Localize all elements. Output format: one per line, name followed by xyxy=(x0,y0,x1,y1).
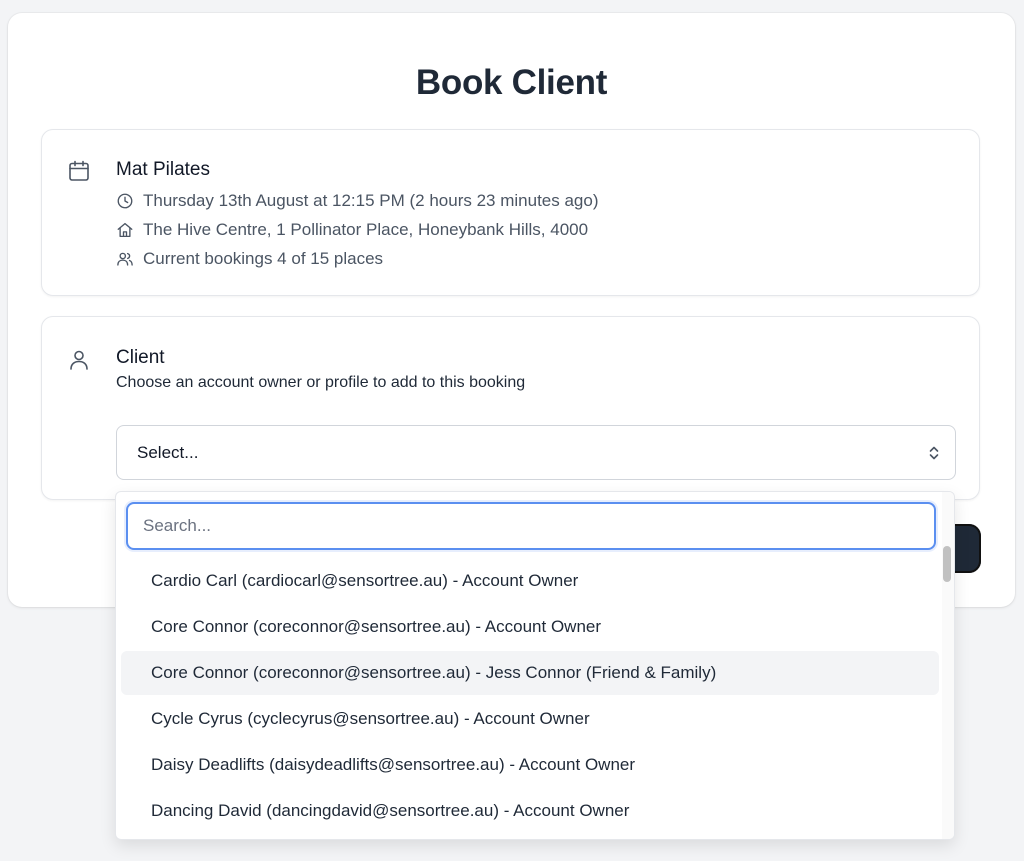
class-location: The Hive Centre, 1 Pollinator Place, Hon… xyxy=(143,220,589,239)
home-icon xyxy=(116,221,134,239)
client-option[interactable]: Daisy Deadlifts (daisydeadlifts@sensortr… xyxy=(121,743,939,787)
client-panel: Client Choose an account owner or profil… xyxy=(41,316,980,500)
client-option[interactable]: Cardio Carl (cardiocarl@sensortree.au) -… xyxy=(121,559,939,603)
class-details-panel: Mat Pilates Thursday 13th August at 12:1… xyxy=(41,129,980,296)
page-title: Book Client xyxy=(415,63,608,102)
client-option[interactable]: Dancing David (dancingdavid@sensortree.a… xyxy=(121,789,939,833)
client-option[interactable]: Core Connor (coreconnor@sensortree.au) -… xyxy=(121,605,939,649)
client-subtitle: Choose an account owner or profile to ad… xyxy=(116,374,526,391)
class-bookings: Current bookings 4 of 15 places xyxy=(143,249,384,268)
chevron-up-down-icon xyxy=(927,445,941,461)
page: Book Client Mat Pilates Thursday 13th Au… xyxy=(0,0,1024,861)
class-datetime-row: Thursday 13th August at 12:15 PM (2 hour… xyxy=(116,191,599,211)
client-select[interactable]: Select... xyxy=(116,425,956,480)
user-icon xyxy=(67,348,91,372)
calendar-icon xyxy=(67,159,91,183)
dropdown-scrollbar[interactable] xyxy=(942,492,954,839)
users-icon xyxy=(116,250,134,268)
class-name: Mat Pilates xyxy=(116,159,210,180)
client-option[interactable]: Cycle Cyrus (cyclecyrus@sensortree.au) -… xyxy=(121,697,939,741)
client-dropdown: Cardio Carl (cardiocarl@sensortree.au) -… xyxy=(115,491,955,840)
client-search-input[interactable] xyxy=(126,502,936,550)
client-title: Client xyxy=(116,347,165,368)
client-select-value: Select... xyxy=(137,442,199,462)
class-datetime: Thursday 13th August at 12:15 PM (2 hour… xyxy=(143,191,599,210)
client-option[interactable]: Core Connor (coreconnor@sensortree.au) -… xyxy=(121,651,939,695)
scrollbar-thumb[interactable] xyxy=(943,546,951,582)
client-options-list: Cardio Carl (cardiocarl@sensortree.au) -… xyxy=(121,559,939,835)
class-location-row: The Hive Centre, 1 Pollinator Place, Hon… xyxy=(116,220,588,240)
class-bookings-row: Current bookings 4 of 15 places xyxy=(116,249,383,269)
clock-icon xyxy=(116,192,134,210)
